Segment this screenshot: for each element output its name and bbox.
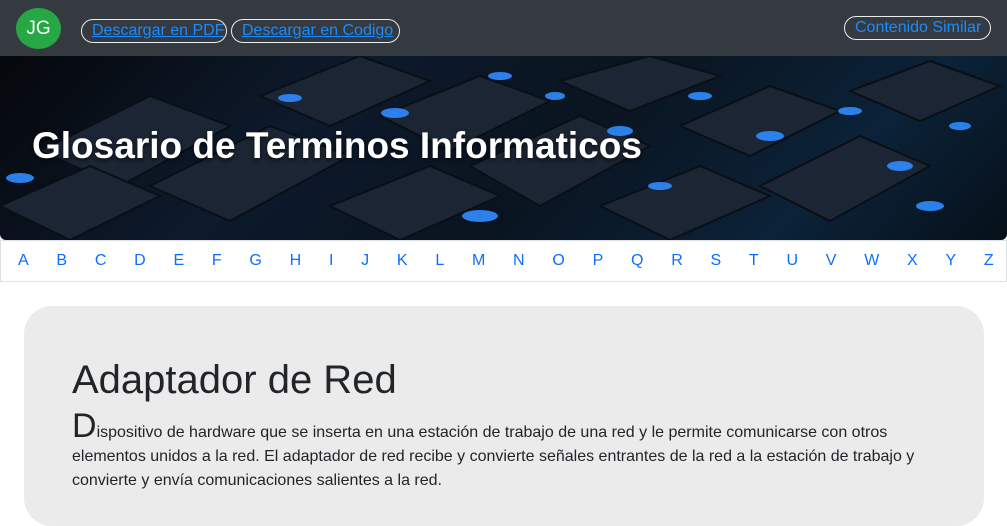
alphabet-letter-y[interactable]: Y: [945, 252, 956, 270]
alphabet-letter-e[interactable]: E: [173, 252, 184, 270]
download-pdf-button[interactable]: Descargar en PDF: [81, 19, 227, 43]
drop-cap-letter: D: [72, 407, 97, 445]
alphabet-letter-d[interactable]: D: [134, 252, 146, 270]
alphabet-letter-b[interactable]: B: [56, 252, 67, 270]
alphabet-letter-o[interactable]: O: [552, 252, 564, 270]
alphabet-letter-j[interactable]: J: [361, 252, 369, 270]
alphabet-letter-q[interactable]: Q: [631, 252, 643, 270]
alphabet-letter-f[interactable]: F: [212, 252, 222, 270]
top-navbar: JG Descargar en PDF Descargar en Codigo …: [0, 0, 1007, 56]
alphabet-letter-r[interactable]: R: [671, 252, 683, 270]
hero-banner: Glosario de Terminos Informaticos: [0, 56, 1007, 240]
page-title: Glosario de Terminos Informaticos: [32, 125, 642, 166]
alphabet-letter-i[interactable]: I: [329, 252, 333, 270]
avatar[interactable]: JG: [16, 8, 61, 49]
alphabet-letter-k[interactable]: K: [397, 252, 408, 270]
alphabet-nav: A B C D E F G H I J K L M N O P Q R S T U V W X Y Z: [0, 240, 1007, 282]
term-description-text: ispositivo de hardware que se inserta en…: [72, 424, 915, 489]
alphabet-letter-a[interactable]: A: [18, 252, 29, 270]
alphabet-letter-c[interactable]: C: [95, 252, 107, 270]
alphabet-letter-m[interactable]: M: [472, 252, 485, 270]
alphabet-letter-t[interactable]: T: [749, 252, 759, 270]
term-title: Adaptador de Red: [72, 358, 397, 402]
alphabet-letter-g[interactable]: G: [249, 252, 261, 270]
term-description: Dispositivo de hardware que se inserta e…: [72, 409, 942, 493]
alphabet-letter-p[interactable]: P: [593, 252, 604, 270]
alphabet-letter-z[interactable]: Z: [984, 252, 994, 270]
alphabet-letter-x[interactable]: X: [907, 252, 918, 270]
alphabet-letter-s[interactable]: S: [711, 252, 722, 270]
similar-content-button[interactable]: Contenido Similar: [844, 16, 991, 40]
alphabet-letter-l[interactable]: L: [435, 252, 444, 270]
alphabet-letter-h[interactable]: H: [290, 252, 302, 270]
alphabet-letter-n[interactable]: N: [513, 252, 525, 270]
download-code-button[interactable]: Descargar en Codigo: [231, 19, 400, 43]
alphabet-letter-u[interactable]: U: [786, 252, 798, 270]
alphabet-letter-v[interactable]: V: [826, 252, 837, 270]
alphabet-letter-w[interactable]: W: [864, 252, 879, 270]
